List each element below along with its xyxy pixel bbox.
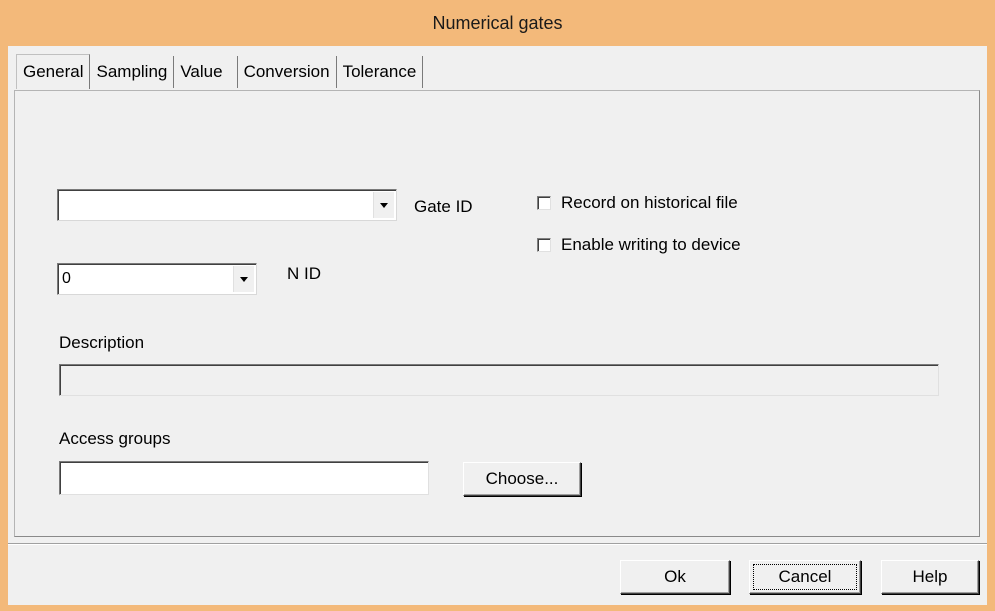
help-button[interactable]: Help — [881, 560, 979, 594]
cancel-button[interactable]: Cancel — [749, 560, 861, 594]
n-id-value: 0 — [62, 270, 71, 287]
chevron-down-icon[interactable] — [373, 192, 394, 218]
tab-conversion[interactable]: Conversion — [238, 56, 337, 88]
enable-writing-label: Enable writing to device — [561, 235, 741, 254]
tab-panel-general: Gate ID Record on historical file Enable… — [14, 90, 980, 537]
access-groups-label: Access groups — [59, 429, 171, 448]
record-historical-label: Record on historical file — [561, 193, 738, 212]
checkbox-box[interactable] — [537, 196, 551, 210]
ok-button[interactable]: Ok — [620, 560, 730, 594]
tab-tolerance[interactable]: Tolerance — [337, 56, 424, 88]
description-label: Description — [59, 333, 145, 352]
choose-button[interactable]: Choose... — [463, 462, 581, 496]
access-groups-field[interactable] — [59, 461, 429, 495]
tab-general[interactable]: General — [16, 54, 91, 89]
tab-sampling[interactable]: Sampling — [90, 56, 175, 88]
description-field[interactable] — [59, 364, 939, 396]
n-id-combobox[interactable]: 0 — [57, 263, 257, 295]
tab-strip: General Sampling Value Conversion Tolera… — [16, 54, 424, 90]
checkbox-box[interactable] — [537, 238, 551, 252]
n-id-label: N ID — [287, 264, 321, 283]
dialog-client-area: General Sampling Value Conversion Tolera… — [8, 46, 987, 605]
tab-value[interactable]: Value — [174, 56, 238, 88]
footer-divider — [8, 543, 987, 545]
chevron-down-icon[interactable] — [233, 266, 254, 292]
dialog-window: Numerical gates General Sampling Value C… — [0, 0, 995, 611]
enable-writing-checkbox[interactable]: Enable writing to device — [537, 235, 741, 255]
window-title: Numerical gates — [432, 12, 563, 33]
gate-id-combobox[interactable] — [57, 189, 397, 221]
record-historical-checkbox[interactable]: Record on historical file — [537, 193, 738, 213]
gate-id-label: Gate ID — [414, 197, 473, 216]
